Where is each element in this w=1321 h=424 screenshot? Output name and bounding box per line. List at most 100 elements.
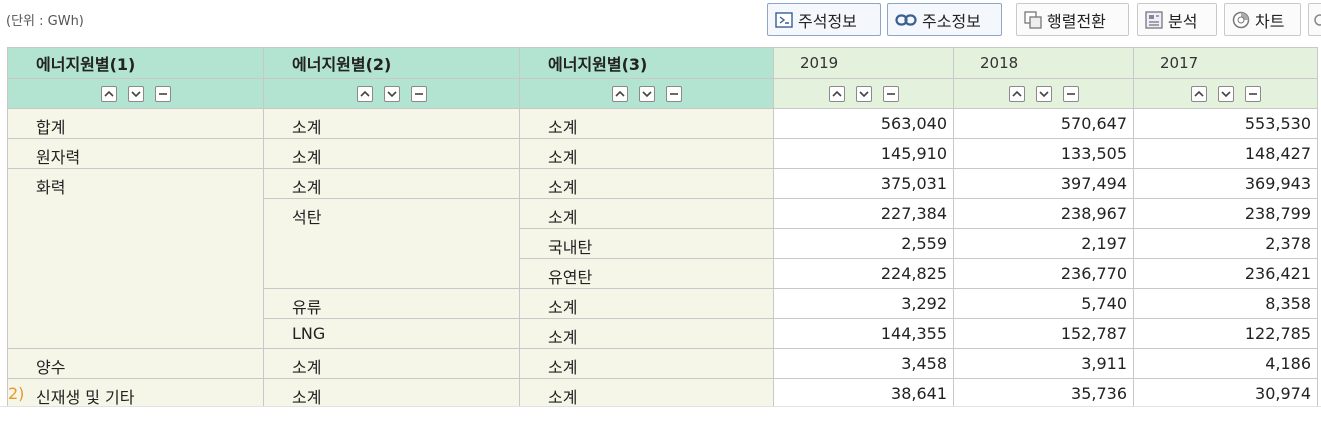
- remove-column-button[interactable]: [665, 85, 682, 102]
- pivot-label: 행렬전환: [1047, 11, 1106, 31]
- value-cell: 224,825: [773, 258, 954, 289]
- minus-icon: [886, 90, 896, 98]
- sort-up-button[interactable]: [611, 85, 628, 102]
- chevron-down-icon: [858, 90, 869, 98]
- year-header-2[interactable]: 2018: [953, 47, 1134, 79]
- minus-icon: [158, 90, 168, 98]
- year-header-1[interactable]: 2019: [773, 47, 954, 79]
- energy-source-3-cell: 국내탄: [519, 228, 774, 259]
- unit-label: (단위 : GWh): [6, 14, 84, 29]
- energy-source-1-cell: 양수: [7, 348, 264, 379]
- dim-header-1[interactable]: 에너지원별(1): [7, 47, 264, 79]
- chevron-down-icon: [1038, 90, 1049, 98]
- column-controls: [1133, 78, 1318, 109]
- dim-header-2[interactable]: 에너지원별(2): [263, 47, 520, 79]
- chart-button[interactable]: 차트: [1224, 3, 1301, 36]
- sort-down-button[interactable]: [383, 85, 400, 102]
- footnote-marker[interactable]: 2): [8, 384, 24, 403]
- value-cell: 236,770: [953, 258, 1134, 289]
- remove-column-button[interactable]: [1244, 85, 1261, 102]
- minus-icon: [1066, 90, 1076, 98]
- chart-icon: [1232, 11, 1250, 29]
- value-cell: 144,355: [773, 318, 954, 349]
- dim-header-3[interactable]: 에너지원별(3): [519, 47, 774, 79]
- value-cell: 35,736: [953, 378, 1134, 409]
- minus-icon: [414, 90, 424, 98]
- column-controls: [7, 78, 264, 109]
- toolbar: (단위 : GWh) 주석정보 주소정보 행렬전환 분석 차트: [0, 0, 1321, 40]
- sort-up-button[interactable]: [1190, 85, 1207, 102]
- value-cell: 369,943: [1133, 168, 1318, 199]
- energy-source-2-cell: 석탄: [263, 198, 520, 289]
- energy-source-1-cell: 화력: [7, 168, 264, 349]
- sort-up-button[interactable]: [828, 85, 845, 102]
- chevron-down-icon: [1220, 90, 1231, 98]
- control-row: [7, 78, 1318, 109]
- more-icon: [1313, 13, 1321, 27]
- value-cell: 152,787: [953, 318, 1134, 349]
- table-row: 양수 소계 소계 3,458 3,911 4,186: [7, 348, 1318, 379]
- value-cell: 227,384: [773, 198, 954, 229]
- chevron-down-icon: [386, 90, 397, 98]
- note-info-button[interactable]: 주석정보: [767, 3, 881, 36]
- energy-source-3-cell: 소계: [519, 288, 774, 319]
- energy-source-3-cell: 유연탄: [519, 258, 774, 289]
- analysis-button[interactable]: 분석: [1137, 3, 1217, 36]
- address-info-label: 주소정보: [922, 11, 981, 31]
- value-cell: 8,358: [1133, 288, 1318, 319]
- sort-up-button[interactable]: [100, 85, 117, 102]
- value-cell: 2,559: [773, 228, 954, 259]
- value-cell: 3,458: [773, 348, 954, 379]
- remove-column-button[interactable]: [410, 85, 427, 102]
- sort-down-button[interactable]: [855, 85, 872, 102]
- chevron-up-icon: [614, 90, 625, 98]
- energy-source-2-cell: LNG: [263, 318, 520, 349]
- energy-source-1-cell: 합계: [7, 108, 264, 139]
- sort-up-button[interactable]: [1008, 85, 1025, 102]
- sort-down-button[interactable]: [1217, 85, 1234, 102]
- energy-source-3-cell: 소계: [519, 138, 774, 169]
- sort-down-button[interactable]: [1035, 85, 1052, 102]
- value-cell: 553,530: [1133, 108, 1318, 139]
- remove-column-button[interactable]: [154, 85, 171, 102]
- value-cell: 133,505: [953, 138, 1134, 169]
- value-cell: 148,427: [1133, 138, 1318, 169]
- sort-down-button[interactable]: [127, 85, 144, 102]
- column-controls: [953, 78, 1134, 109]
- value-cell: 570,647: [953, 108, 1134, 139]
- value-cell: 238,967: [953, 198, 1134, 229]
- address-info-button[interactable]: 주소정보: [887, 3, 1002, 36]
- energy-source-3-cell: 소계: [519, 198, 774, 229]
- value-cell: 375,031: [773, 168, 954, 199]
- chevron-up-icon: [1193, 90, 1204, 98]
- horizontal-scrollbar[interactable]: [0, 406, 1321, 424]
- energy-source-2-cell: 소계: [263, 348, 520, 379]
- minus-icon: [1248, 90, 1258, 98]
- value-cell: 3,292: [773, 288, 954, 319]
- table-row: 원자력 소계 소계 145,910 133,505 148,427: [7, 138, 1318, 169]
- energy-source-3-cell: 소계: [519, 168, 774, 199]
- energy-source-1-cell: 2) 신재생 및 기타: [7, 378, 264, 409]
- statistics-table: 에너지원별(1) 에너지원별(2) 에너지원별(3) 2019 2018 201…: [7, 47, 1318, 409]
- energy-source-1-label: 합계: [36, 118, 66, 137]
- sort-down-button[interactable]: [638, 85, 655, 102]
- value-cell: 397,494: [953, 168, 1134, 199]
- column-controls: [263, 78, 520, 109]
- energy-source-2-cell: 소계: [263, 108, 520, 139]
- header-row: 에너지원별(1) 에너지원별(2) 에너지원별(3) 2019 2018 201…: [7, 47, 1318, 79]
- value-cell: 5,740: [953, 288, 1134, 319]
- analysis-label: 분석: [1168, 11, 1198, 31]
- sort-up-button[interactable]: [356, 85, 373, 102]
- energy-source-2-cell: 소계: [263, 138, 520, 169]
- remove-column-button[interactable]: [882, 85, 899, 102]
- year-header-3[interactable]: 2017: [1133, 47, 1318, 79]
- more-button[interactable]: [1308, 3, 1321, 36]
- value-cell: 563,040: [773, 108, 954, 139]
- table-body: 합계 소계 소계 563,040 570,647 553,530 원자력 소계 소계 145,91…: [7, 108, 1318, 409]
- value-cell: 122,785: [1133, 318, 1318, 349]
- remove-column-button[interactable]: [1062, 85, 1079, 102]
- chevron-up-icon: [831, 90, 842, 98]
- pivot-button[interactable]: 행렬전환: [1016, 3, 1129, 36]
- chevron-up-icon: [1011, 90, 1022, 98]
- link-icon: [895, 13, 917, 27]
